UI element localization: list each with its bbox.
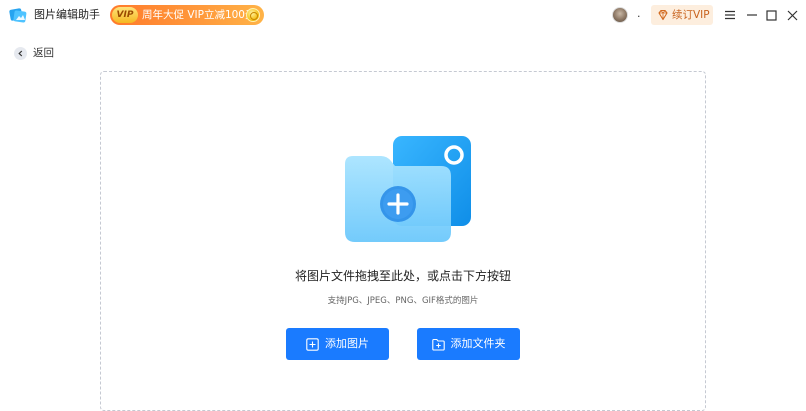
promo-banner[interactable]: VIP 周年大促 VIP立减100元 xyxy=(110,5,264,25)
drop-hint: 支持JPG、JPEG、PNG、GIF格式的图片 xyxy=(327,296,479,306)
avatar[interactable] xyxy=(612,7,628,23)
add-image-label: 添加图片 xyxy=(325,337,369,350)
add-folder-icon xyxy=(431,338,445,351)
app-title: 图片编辑助手 xyxy=(34,8,100,21)
add-image-icon xyxy=(306,337,319,351)
user-name[interactable]: . xyxy=(637,7,641,21)
back-chevron-icon xyxy=(14,46,27,60)
close-icon[interactable] xyxy=(784,7,800,23)
add-folder-label: 添加文件夹 xyxy=(450,337,506,350)
maximize-icon[interactable] xyxy=(763,7,779,23)
menu-icon[interactable] xyxy=(722,7,738,23)
app-logo-icon xyxy=(9,8,27,23)
back-button[interactable]: 返回 xyxy=(14,45,54,61)
drop-zone[interactable]: 将图片文件拖拽至此处，或点击下方按钮 支持JPG、JPEG、PNG、GIF格式的… xyxy=(100,71,706,411)
renew-vip-button[interactable]: 续订VIP xyxy=(651,5,713,25)
diamond-icon xyxy=(658,9,668,21)
promo-text: 周年大促 VIP立减100元 xyxy=(142,9,256,21)
drop-title: 将图片文件拖拽至此处，或点击下方按钮 xyxy=(294,269,511,283)
add-image-button[interactable]: 添加图片 xyxy=(286,328,389,360)
coin-icon xyxy=(246,8,260,22)
folder-image-icon xyxy=(345,136,471,242)
promo-vip-badge: VIP xyxy=(112,7,138,23)
add-folder-button[interactable]: 添加文件夹 xyxy=(417,328,520,360)
title-bar: 图片编辑助手 VIP 周年大促 VIP立减100元 . 续订VIP xyxy=(0,0,806,30)
minimize-icon[interactable] xyxy=(744,7,760,23)
renew-vip-label: 续订VIP xyxy=(672,9,710,21)
back-label: 返回 xyxy=(33,47,54,59)
